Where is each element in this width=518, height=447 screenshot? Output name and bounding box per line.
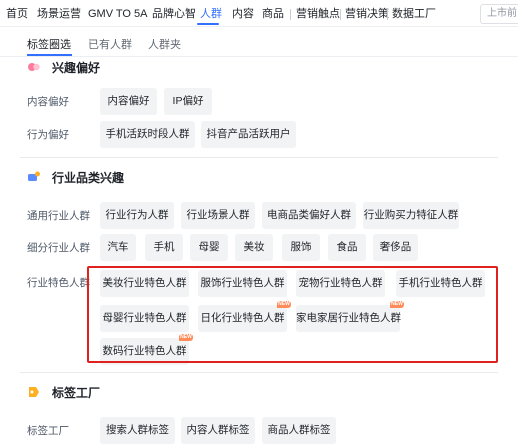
row-label-tag-factory: 标签工厂	[27, 425, 69, 437]
nav-item-product[interactable]: 商品	[262, 7, 284, 21]
tag-food[interactable]: 食品	[328, 234, 366, 261]
tag-label: 日化行业特色人群	[200, 312, 285, 324]
tag-label: 数码行业特色人群	[102, 345, 187, 357]
nav-item-marketing-decision[interactable]: 营销决策	[345, 7, 389, 21]
nav-item-brand-mind[interactable]: 品牌心智	[152, 7, 196, 21]
row-label-behavior-preference: 行为偏好	[27, 129, 69, 141]
tag-beauty[interactable]: 美妆	[235, 234, 273, 261]
subtab-divider	[0, 56, 518, 57]
tag-apparel[interactable]: 服饰	[282, 234, 320, 261]
nav-item-home[interactable]: 首页	[6, 7, 28, 21]
tag-pet-featured[interactable]: 宠物行业特色人群	[296, 270, 385, 297]
tag-douyin-active-users[interactable]: 抖音产品活跃用户	[201, 121, 296, 148]
nav-item-scene-ops[interactable]: 场景运营	[37, 7, 81, 21]
tag-factory-icon	[29, 387, 39, 397]
tag-maternal-baby-featured[interactable]: 母婴行业特色人群	[100, 305, 189, 332]
nav-item-audience[interactable]: 人群	[200, 7, 222, 21]
interest-icon	[28, 63, 40, 71]
tag-mobile-featured[interactable]: 手机行业特色人群	[396, 270, 485, 297]
industry-category-icon	[28, 171, 40, 181]
tag-apparel-featured[interactable]: 服饰行业特色人群	[198, 270, 287, 297]
tag-mobile-active-period[interactable]: 手机活跃时段人群	[100, 121, 195, 148]
tag-auto[interactable]: 汽车	[100, 234, 136, 261]
tab-audience-folder[interactable]: 人群夹	[148, 38, 181, 52]
tag-ecommerce-category-preference[interactable]: 电商品类偏好人群	[262, 202, 356, 229]
row-label-general-industry: 通用行业人群	[27, 210, 90, 222]
tag-luxury[interactable]: 奢侈品	[373, 234, 418, 261]
top-navigation: 首页 场景运营 GMV TO 5A 品牌心智 人群 内容 商品 营销触点 营销决…	[0, 0, 518, 27]
section-title-industry: 行业品类兴趣	[52, 171, 125, 185]
tag-beauty-featured[interactable]: 美妆行业特色人群	[100, 270, 189, 297]
tag-content-audience[interactable]: 内容人群标签	[181, 417, 255, 444]
tag-maternal-baby[interactable]: 母婴	[190, 234, 228, 261]
search-input[interactable]: 上市前	[480, 4, 518, 24]
section-divider	[20, 157, 498, 158]
new-badge: NEW	[277, 301, 291, 308]
tag-content-preference[interactable]: 内容偏好	[100, 88, 157, 115]
row-label-industry-featured: 行业特色人群	[27, 277, 90, 289]
new-badge: NEW	[390, 301, 404, 308]
tag-industry-behavior[interactable]: 行业行为人群	[100, 202, 174, 229]
section-title-tag-factory: 标签工厂	[52, 386, 101, 400]
nav-item-gmv-to-5a[interactable]: GMV TO 5A	[88, 7, 148, 21]
row-label-content-preference: 内容偏好	[27, 96, 69, 108]
tag-daily-chemical-featured[interactable]: 日化行业特色人群 NEW	[198, 301, 291, 332]
tag-digital-featured[interactable]: 数码行业特色人群 NEW	[100, 334, 193, 365]
tag-product-audience[interactable]: 商品人群标签	[262, 417, 336, 444]
row-label-sub-industry: 细分行业人群	[27, 242, 90, 254]
tag-search-audience[interactable]: 搜索人群标签	[100, 417, 175, 444]
new-badge: NEW	[179, 334, 193, 341]
section-divider	[20, 372, 498, 373]
nav-item-content[interactable]: 内容	[232, 7, 254, 21]
nav-separator	[290, 9, 291, 20]
search-placeholder: 上市前	[487, 8, 517, 19]
nav-separator	[340, 9, 341, 20]
nav-item-marketing-touchpoint[interactable]: 营销触点	[296, 7, 340, 21]
nav-item-data-factory[interactable]: 数据工厂	[392, 7, 436, 21]
tag-industry-purchasing-power[interactable]: 行业购买力特征人群	[363, 202, 459, 229]
tag-home-appliance-featured[interactable]: 家电家居行业特色人群 NEW	[296, 301, 404, 332]
nav-separator	[387, 9, 388, 20]
nav-active-indicator	[197, 23, 219, 25]
tag-industry-scene[interactable]: 行业场景人群	[181, 202, 255, 229]
tab-existing-audience[interactable]: 已有人群	[88, 38, 132, 52]
tag-label: 家电家居行业特色人群	[296, 312, 401, 324]
section-title-interest: 兴趣偏好	[52, 61, 101, 75]
tag-ip-preference[interactable]: IP偏好	[164, 88, 212, 115]
tab-tag-selection[interactable]: 标签圈选	[27, 38, 71, 52]
tag-mobile[interactable]: 手机	[145, 234, 183, 261]
